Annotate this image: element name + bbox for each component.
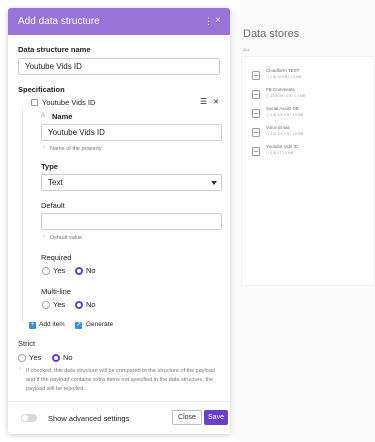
strict-hint: If checked, this data structure will be … (26, 368, 215, 392)
strict-yes-label: Yes (29, 353, 42, 362)
database-icon (252, 90, 260, 99)
type-select-value: Text (48, 178, 63, 187)
database-icon (252, 109, 260, 118)
close-icon[interactable]: × (215, 15, 221, 26)
required-no-radio[interactable] (75, 267, 83, 275)
data-store-name: Cloudfarm TEST (266, 68, 300, 73)
remove-item-icon[interactable]: ✕ (213, 98, 219, 106)
data-store-name: Social Assist DB (266, 106, 299, 111)
multiline-yes-label: Yes (53, 300, 66, 309)
multiline-no-radio[interactable] (75, 301, 83, 309)
strict-no-label: No (63, 353, 73, 362)
type-select[interactable]: Text (41, 174, 222, 191)
item-name-input[interactable]: Youtube Vids ID (41, 124, 222, 141)
required-yes-radio[interactable] (42, 267, 50, 275)
close-button[interactable]: Close (172, 410, 202, 425)
drag-handle-icon[interactable]: ☰ (200, 97, 207, 106)
save-button[interactable]: Save (204, 410, 228, 425)
default-input[interactable] (41, 213, 222, 230)
data-store-list: Cloudfarm TEST ▢ 1 ⊞ 19.5 B / 1.0 MB FB … (241, 56, 375, 286)
dialog-header: Add data structure ⋮ × (8, 8, 230, 35)
multiline-no-label: No (86, 300, 96, 309)
more-options-icon[interactable]: ⋮ (204, 16, 213, 27)
strict-no-radio[interactable] (52, 354, 60, 362)
default-hint: Default value. (50, 235, 84, 241)
required-label: Required (41, 253, 72, 262)
generate-button[interactable]: Generate (86, 321, 113, 328)
database-icon (252, 147, 260, 156)
dialog-title: Add data structure (18, 16, 100, 27)
page-title: Data stores (243, 28, 300, 40)
hint-bulb-icon: ♀ (42, 145, 47, 151)
generate-icon[interactable]: ↗ (75, 322, 82, 329)
item-name-label: Name (52, 112, 73, 121)
structure-name-label: Data structure name (18, 45, 91, 54)
structure-name-input[interactable]: Youtube Vids ID (18, 58, 220, 75)
data-store-item[interactable]: Social Assist DB ▢ 1 ⊞ 470.0 B / 1.0 MB (250, 105, 370, 123)
add-data-structure-dialog: Add data structure ⋮ × Data structure na… (8, 8, 230, 434)
data-store-meta: ▢ 1 ⊞ 470.0 B / 1.0 MB (266, 113, 304, 117)
chevron-down-icon (211, 181, 217, 185)
data-store-item[interactable]: Youtube Vids ID ▢ 0 ⊞ 0 / 1.0 MB (250, 143, 370, 161)
required-yes-label: Yes (53, 266, 66, 275)
data-store-name: Voice Email (266, 125, 290, 130)
strict-yes-radio[interactable] (18, 354, 26, 362)
sort-icon: A (41, 113, 46, 119)
hint-bulb-icon: ♀ (42, 234, 47, 240)
strict-label: Strict (18, 339, 36, 348)
specification-tree-line (22, 109, 23, 321)
item-expand-checkbox[interactable] (31, 99, 38, 106)
data-store-meta: ▢ 15 ⊞ 397.4 B / 1.0 MB (266, 94, 306, 98)
database-icon (252, 128, 260, 137)
advanced-settings-toggle[interactable] (21, 414, 37, 422)
item-title: Youtube Vids ID (42, 98, 96, 107)
data-store-item[interactable]: Voice Email ▢ 1 ⊞ 129.0 B / 1.0 MB (250, 124, 370, 142)
data-store-item[interactable]: FB Comments ▢ 15 ⊞ 397.4 B / 1.0 MB (250, 86, 370, 104)
data-store-meta: ▢ 1 ⊞ 19.5 B / 1.0 MB (266, 75, 302, 79)
data-stores-page: Data stores ALL Cloudfarm TEST ▢ 1 ⊞ 19.… (233, 0, 375, 442)
data-store-meta: ▢ 1 ⊞ 129.0 B / 1.0 MB (266, 132, 304, 136)
data-store-name: FB Comments (266, 87, 295, 92)
data-store-name: Youtube Vids ID (266, 144, 299, 149)
type-label: Type (41, 162, 58, 171)
advanced-settings-label: Show advanced settings (48, 414, 130, 423)
required-no-label: No (86, 266, 96, 275)
multiline-label: Multi-line (41, 287, 72, 296)
add-item-icon[interactable]: + (29, 322, 36, 329)
footer-divider (8, 401, 230, 402)
add-item-button[interactable]: Add item (39, 321, 65, 328)
hint-bulb-icon: ♀ (18, 366, 23, 372)
item-name-hint: Name of the property. (50, 146, 103, 152)
multiline-yes-radio[interactable] (42, 301, 50, 309)
database-icon (252, 71, 260, 80)
data-store-meta: ▢ 0 ⊞ 0 / 1.0 MB (266, 151, 294, 155)
data-store-item[interactable]: Cloudfarm TEST ▢ 1 ⊞ 19.5 B / 1.0 MB (250, 67, 370, 85)
tab-all[interactable]: ALL (243, 47, 250, 52)
specification-label: Specification (18, 85, 65, 94)
default-label: Default (41, 201, 65, 210)
